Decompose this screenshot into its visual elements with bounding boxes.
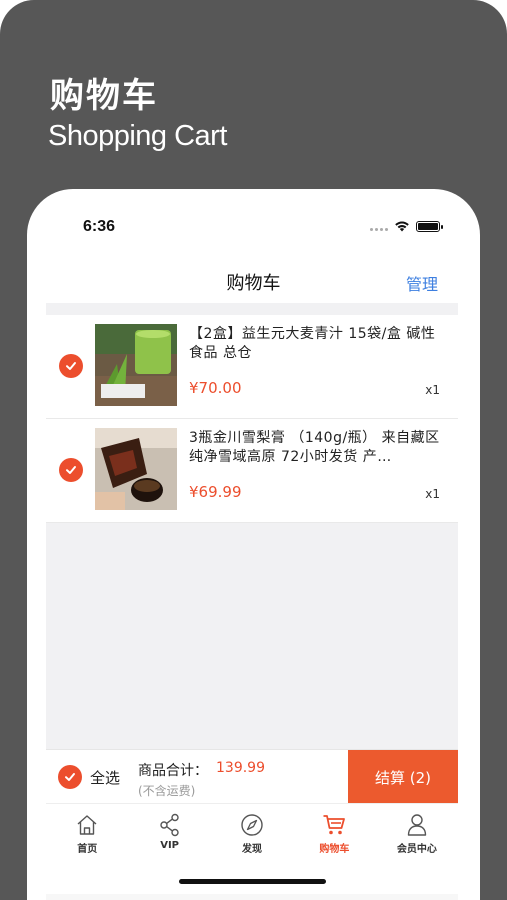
- tab-label: 首页: [77, 844, 98, 855]
- wifi-icon: [395, 221, 409, 232]
- cart-icon: [323, 815, 346, 835]
- status-bar: 6:36: [27, 189, 480, 259]
- checkout-bar: 全选 商品合计： 139.99 (不含运费) 结算 (2): [46, 749, 458, 804]
- tab-discover[interactable]: 发现: [211, 804, 293, 859]
- check-icon: [65, 773, 75, 781]
- signal-icon: [370, 221, 388, 231]
- tab-home[interactable]: 首页: [46, 804, 128, 859]
- item-checkbox[interactable]: [59, 458, 83, 482]
- bottom-strip: [46, 894, 458, 900]
- check-icon: [66, 466, 76, 474]
- select-all-checkbox[interactable]: [58, 765, 82, 789]
- nav-bar: 购物车 管理: [27, 259, 480, 303]
- product-image[interactable]: [95, 428, 177, 510]
- cart-item[interactable]: 3瓶金川雪梨膏 （140g/瓶） 来自藏区纯净雪域高原 72小时发货 产… ¥6…: [46, 419, 458, 523]
- tab-label: 购物车: [319, 844, 350, 855]
- tab-label: VIP: [160, 840, 179, 851]
- tab-bar: 首页 VIP 发现 购物车 会员中心: [46, 803, 458, 859]
- tab-member-center[interactable]: 会员中心: [376, 804, 458, 859]
- status-time: 6:36: [83, 218, 116, 235]
- share-icon: [159, 813, 179, 837]
- total-label: 商品合计：: [138, 763, 208, 779]
- cart-list: 【2盒】益生元大麦青汁 15袋/盒 碱性食品 总仓 ¥70.00 x1 3瓶金川…: [46, 315, 458, 523]
- user-icon: [407, 814, 427, 836]
- home-icon: [77, 815, 97, 835]
- tab-label: 发现: [242, 844, 263, 855]
- cart-content: 【2盒】益生元大麦青汁 15袋/盒 碱性食品 总仓 ¥70.00 x1 3瓶金川…: [46, 303, 458, 749]
- phone-screen: 6:36 购物车 管理 【2盒】益生元大麦青汁 15袋/盒 碱性食品 总仓 ¥7…: [27, 189, 480, 900]
- product-name[interactable]: 【2盒】益生元大麦青汁 15袋/盒 碱性食品 总仓: [189, 325, 441, 363]
- checkout-button[interactable]: 结算 (2): [348, 750, 458, 804]
- tab-label: 会员中心: [396, 844, 437, 855]
- product-image[interactable]: [95, 324, 177, 406]
- shipping-note: (不含运费): [138, 784, 196, 798]
- cart-item[interactable]: 【2盒】益生元大麦青汁 15袋/盒 碱性食品 总仓 ¥70.00 x1: [46, 315, 458, 419]
- product-price: ¥69.99: [189, 483, 242, 501]
- promo-subtitle: Shopping Cart: [48, 120, 227, 152]
- promo-title: 购物车: [50, 76, 158, 116]
- product-quantity: x1: [425, 487, 440, 501]
- select-all-label[interactable]: 全选: [90, 767, 120, 788]
- tab-vip[interactable]: VIP: [128, 804, 210, 859]
- battery-icon: [416, 220, 443, 232]
- status-icons: [370, 220, 443, 232]
- check-icon: [66, 362, 76, 370]
- compass-icon: [241, 814, 263, 836]
- product-quantity: x1: [425, 383, 440, 397]
- total-value: 139.99: [216, 760, 265, 776]
- item-checkbox[interactable]: [59, 354, 83, 378]
- product-price: ¥70.00: [189, 379, 242, 397]
- home-indicator[interactable]: [179, 879, 326, 884]
- product-name[interactable]: 3瓶金川雪梨膏 （140g/瓶） 来自藏区纯净雪域高原 72小时发货 产…: [189, 429, 441, 467]
- manage-button[interactable]: 管理: [406, 271, 438, 295]
- tab-cart[interactable]: 购物车: [293, 804, 375, 859]
